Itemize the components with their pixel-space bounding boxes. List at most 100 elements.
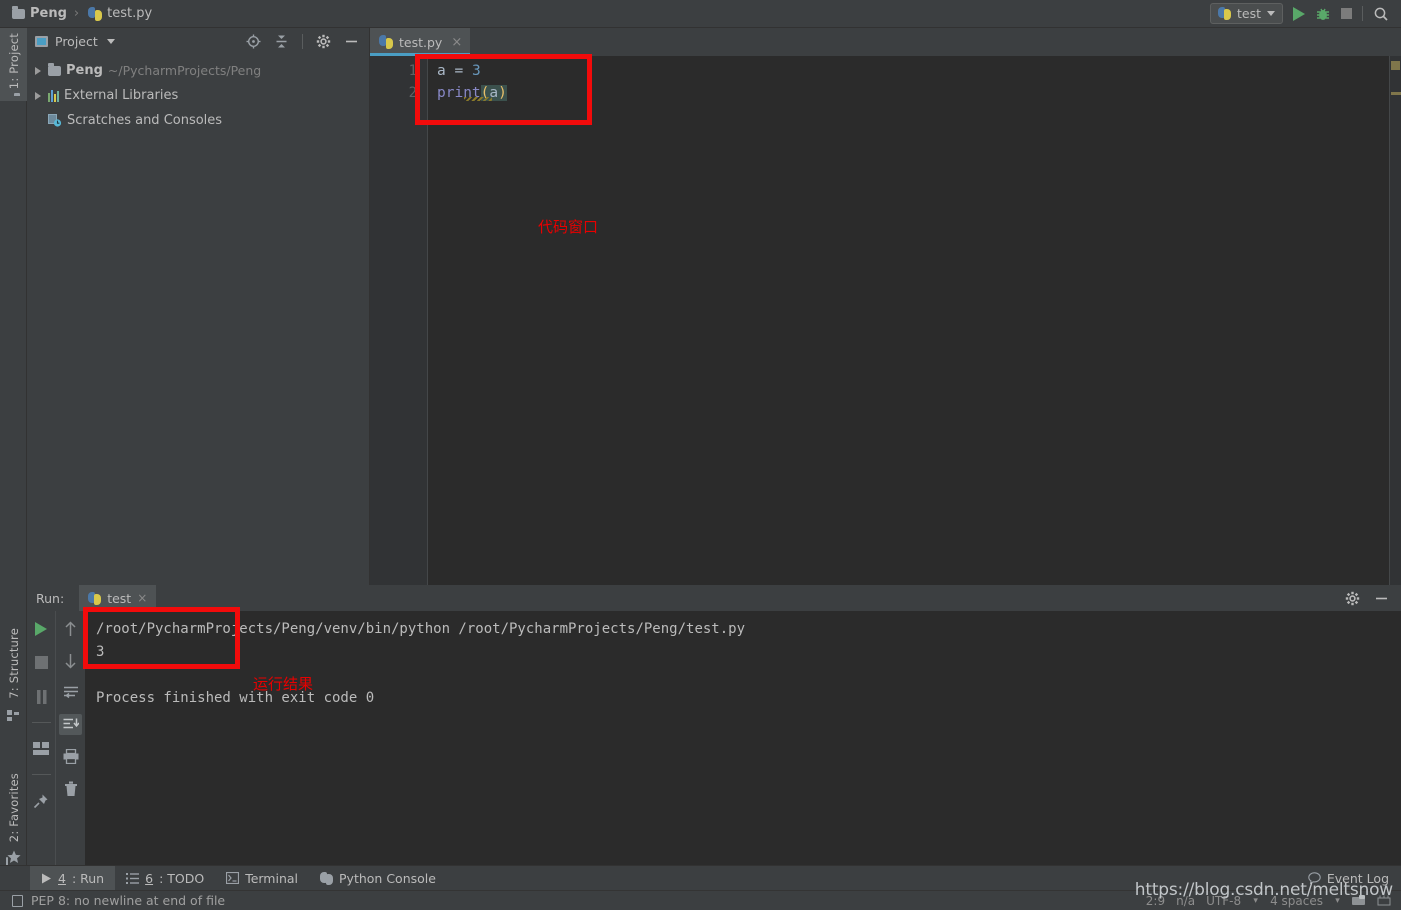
project-chevron-down-icon[interactable] (106, 39, 115, 44)
run-configuration-selector[interactable]: test (1209, 3, 1283, 24)
project-panel-tools (246, 34, 363, 49)
annotation-run-result: 运行结果 (253, 675, 314, 693)
watermark: https://blog.csdn.net/meltsnow (1134, 880, 1393, 900)
scroll-to-end-icon[interactable] (59, 714, 82, 735)
editor-marker-gutter[interactable] (1389, 56, 1401, 585)
libraries-icon (48, 89, 59, 102)
bottom-tab-run[interactable]: 4 : Run (30, 865, 116, 891)
up-arrow-icon[interactable] (59, 618, 82, 639)
run-icon[interactable] (1293, 6, 1305, 21)
rerun-icon[interactable] (30, 618, 53, 639)
warning-marker[interactable] (1391, 61, 1400, 70)
settings-gear-icon[interactable] (1345, 591, 1360, 606)
locate-icon[interactable] (246, 34, 261, 49)
sidebar-item-favorites-label: 2: Favorites (6, 773, 21, 843)
sidebar-item-project-label: 1: Project (6, 33, 21, 90)
debug-icon[interactable] (1315, 6, 1331, 22)
pin-icon[interactable] (30, 790, 53, 811)
soft-wrap-icon[interactable] (59, 682, 82, 703)
run-tab-test[interactable]: test × (79, 585, 157, 611)
console-output-line: 3 (96, 644, 105, 660)
hide-panel-icon[interactable] (1374, 591, 1389, 606)
run-panel-label: Run: (36, 590, 65, 606)
code-token-close-paren: ) (498, 85, 507, 101)
run-toolbar-left (27, 611, 56, 883)
breadcrumb-project[interactable]: Peng (30, 6, 67, 21)
project-tools-divider (302, 34, 303, 49)
toolbar-divider (31, 722, 51, 723)
expand-arrow-icon[interactable] (35, 66, 41, 75)
bottom-tab-todo-label: : TODO (159, 870, 205, 886)
project-window-icon (35, 36, 48, 47)
sidebar-item-structure-label: 7: Structure (6, 628, 21, 699)
stop-icon[interactable] (1341, 8, 1352, 19)
code-line-1[interactable]: a = 3 (437, 60, 1401, 82)
project-panel: Project Peng ~/PycharmProjects/Peng Exte… (27, 28, 370, 585)
run-console-output[interactable]: /root/PycharmProjects/Peng/venv/bin/pyth… (85, 611, 1401, 883)
print-icon[interactable] (59, 746, 82, 767)
stop-icon[interactable] (30, 652, 53, 673)
run-controls: test (1209, 3, 1401, 24)
bottom-tab-terminal-label: Terminal (245, 870, 299, 886)
editor-tab-test-py[interactable]: test.py × (370, 28, 471, 56)
collapse-all-icon[interactable] (274, 34, 289, 49)
toolbar-divider (1362, 6, 1363, 21)
run-panel-header: Run: test × (27, 585, 1401, 611)
bottom-tab-terminal[interactable]: Terminal (215, 866, 309, 891)
editor-tab-label: test.py (399, 34, 443, 50)
project-panel-header: Project (27, 28, 369, 55)
bottom-tab-python-console[interactable]: Python Console (309, 866, 447, 891)
line-number: 1 (408, 63, 417, 79)
down-arrow-icon[interactable] (59, 650, 82, 671)
trash-icon[interactable] (59, 778, 82, 799)
code-content[interactable]: a = 3 print(a) 代码窗口 (428, 56, 1401, 585)
tree-item-scratches[interactable]: Scratches and Consoles (27, 108, 369, 133)
inspection-squiggle (464, 97, 492, 101)
line-number: 2 (408, 85, 417, 101)
python-file-icon (88, 591, 102, 605)
tree-item-external-libraries[interactable]: External Libraries (27, 83, 369, 108)
code-editor[interactable]: 1 2 a = 3 print(a) 代码窗口 (370, 56, 1401, 585)
bottom-tab-todo[interactable]: 6: TODO (115, 866, 215, 891)
code-token-variable: a (437, 63, 446, 79)
settings-gear-icon[interactable] (316, 34, 331, 49)
run-toolbar-console (56, 611, 85, 883)
python-console-icon (320, 871, 334, 885)
code-token-number: 3 (471, 63, 481, 79)
pause-icon[interactable] (30, 686, 53, 707)
sidebar-item-favorites[interactable]: 2: Favorites (0, 768, 27, 873)
warning-marker[interactable] (1391, 92, 1401, 95)
sidebar-item-structure[interactable]: 7: Structure (0, 623, 27, 730)
bottom-tab-run-num: 4 (58, 870, 66, 886)
editor-area: test.py × 1 2 a = 3 print(a) 代码窗口 (370, 28, 1401, 585)
breadcrumb-file[interactable]: test.py (107, 6, 152, 21)
tree-item-path: ~/PycharmProjects/Peng (107, 63, 262, 78)
close-icon[interactable]: × (451, 35, 462, 50)
close-icon[interactable]: × (137, 591, 147, 605)
project-tree: Peng ~/PycharmProjects/Peng External Lib… (27, 55, 369, 585)
run-panel-body: /root/PycharmProjects/Peng/venv/bin/pyth… (27, 611, 1401, 883)
expand-arrow-icon[interactable] (35, 91, 41, 100)
folder-icon (12, 5, 25, 19)
annotation-code-window: 代码窗口 (538, 218, 599, 236)
status-message: PEP 8: no newline at end of file (31, 893, 226, 908)
structure-icon (7, 706, 20, 725)
code-line-2[interactable]: print(a) (437, 82, 1401, 104)
sidebar-item-project[interactable]: 1: Project (0, 28, 27, 102)
pycharm-window: Peng › test.py test 1: Project 7: Struct… (0, 0, 1401, 910)
run-panel: Run: test × /root/PycharmProjects/Peng/v… (27, 585, 1401, 883)
search-icon[interactable] (1373, 6, 1389, 22)
folder-icon (48, 62, 61, 76)
hide-panel-icon[interactable] (344, 34, 359, 49)
tree-item-name: Peng (66, 63, 103, 78)
bottom-tab-run-label: : Run (71, 870, 105, 886)
run-panel-header-tools (1345, 591, 1401, 606)
breadcrumb-separator: › (73, 6, 80, 21)
layout-icon[interactable] (30, 738, 53, 759)
left-tool-strip: 1: Project 7: Structure 2: Favorites (0, 28, 27, 883)
line-number-gutter: 1 2 (370, 56, 428, 585)
tree-item-peng[interactable]: Peng ~/PycharmProjects/Peng (27, 58, 369, 83)
tree-item-name: Scratches and Consoles (67, 113, 223, 128)
chevron-down-icon[interactable] (1267, 11, 1275, 16)
tree-item-name: External Libraries (64, 88, 179, 103)
